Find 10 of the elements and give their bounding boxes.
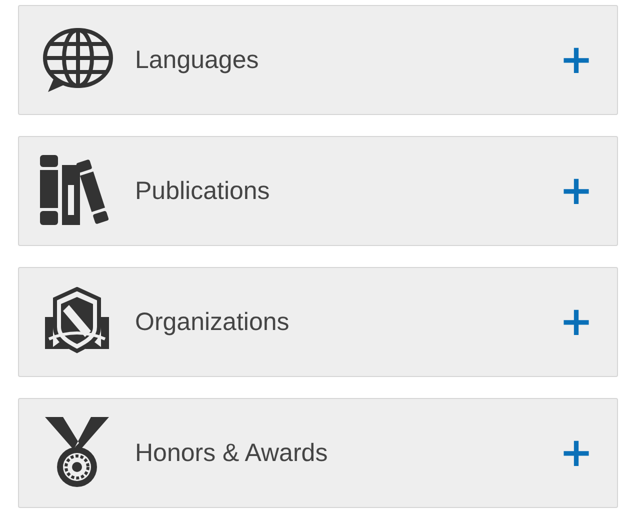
- globe-speech-icon: [40, 26, 114, 94]
- add-button[interactable]: +: [559, 171, 593, 211]
- medal-icon: [45, 417, 109, 489]
- section-title: Publications: [135, 176, 271, 206]
- section-title: Languages: [135, 46, 260, 74]
- add-button[interactable]: +: [559, 40, 593, 80]
- section-title: Honors & Awards: [135, 438, 329, 468]
- add-button[interactable]: +: [559, 433, 593, 473]
- add-button[interactable]: +: [559, 302, 593, 342]
- section-title: Organizations: [135, 308, 290, 336]
